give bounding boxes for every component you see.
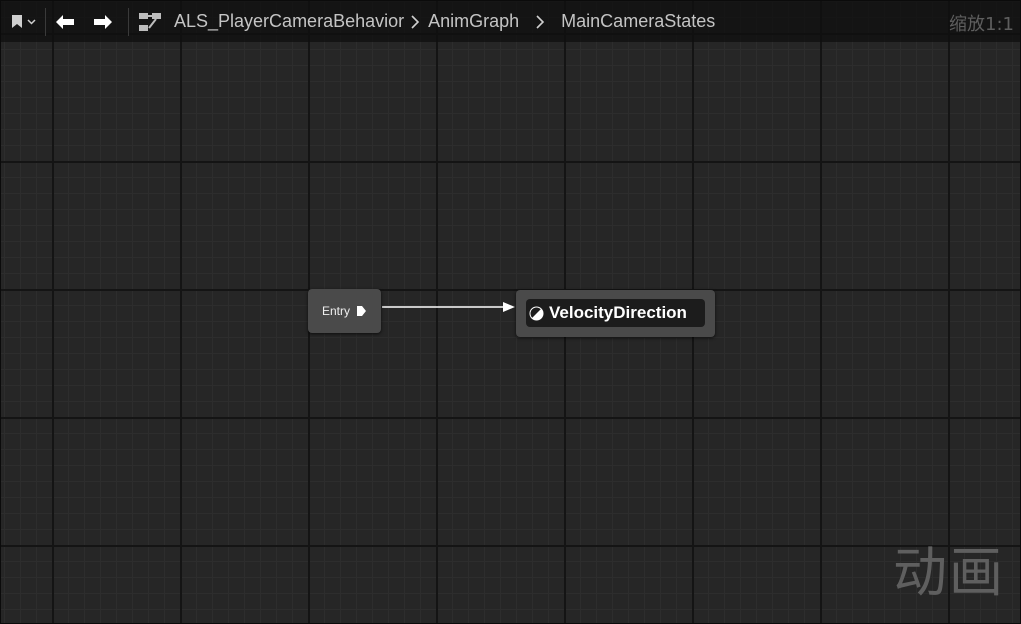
back-button[interactable] (46, 1, 84, 42)
breadcrumb-toolbar: ALS_PlayerCameraBehavior AnimGraph MainC… (1, 1, 1020, 42)
bookmark-icon (11, 14, 23, 29)
chevron-down-icon (26, 18, 36, 25)
breadcrumb-item-state-machine[interactable]: MainCameraStates (561, 11, 715, 32)
graph-hierarchy-button[interactable] (129, 1, 171, 42)
chevron-right-icon (535, 14, 545, 30)
forward-button[interactable] (84, 1, 122, 42)
graph-hierarchy-icon (138, 12, 162, 32)
exec-pin-icon[interactable] (356, 302, 367, 321)
transition-arrowhead-icon (503, 302, 515, 312)
zoom-level-label: 缩放1:1 (949, 14, 1014, 35)
anim-graph-editor: Entry VelocityDirection ALS_PlayerCamera… (0, 0, 1021, 624)
entry-node-label: Entry (322, 304, 351, 318)
state-icon (529, 306, 544, 321)
arrow-right-icon (93, 14, 113, 30)
transition-wire[interactable] (1, 1, 1021, 624)
state-node-label: VelocityDirection (549, 303, 687, 322)
arrow-left-icon (55, 14, 75, 30)
bookmark-dropdown-button[interactable] (1, 1, 45, 42)
entry-node[interactable]: Entry (308, 289, 381, 333)
breadcrumb-item-blueprint[interactable]: ALS_PlayerCameraBehavior (174, 11, 404, 32)
chevron-right-icon (410, 14, 420, 30)
breadcrumb-item-animgraph[interactable]: AnimGraph (428, 11, 519, 32)
graph-type-watermark: 动画 (893, 541, 1005, 604)
state-node-velocity-direction[interactable]: VelocityDirection (516, 290, 715, 337)
state-node-title-bar: VelocityDirection (526, 299, 705, 327)
